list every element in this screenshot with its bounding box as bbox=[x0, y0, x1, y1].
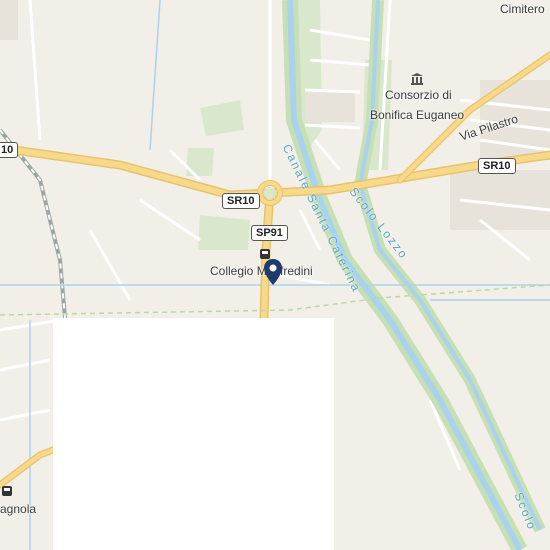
shield-sr10-left: 10 bbox=[0, 142, 19, 158]
museum-icon[interactable] bbox=[410, 72, 424, 86]
roundabout bbox=[257, 180, 283, 206]
label-agnola: agnola bbox=[0, 502, 37, 516]
label-consorzio-line2: Bonifica Euganeo bbox=[370, 108, 465, 122]
shield-sr10-right: SR10 bbox=[478, 158, 516, 174]
shield-sr10-center: SR10 bbox=[222, 193, 260, 209]
label-collegio: Collegio Manfredini bbox=[210, 264, 313, 278]
label-consorzio-line1: Consorzio di bbox=[385, 88, 452, 102]
bus-stop-icon-agnola[interactable] bbox=[1, 485, 13, 497]
shield-sp91: SP91 bbox=[251, 225, 288, 241]
blank-overlay bbox=[53, 318, 334, 550]
label-cimitero: Cimitero bbox=[500, 2, 545, 16]
map-pin-icon[interactable] bbox=[263, 258, 283, 286]
